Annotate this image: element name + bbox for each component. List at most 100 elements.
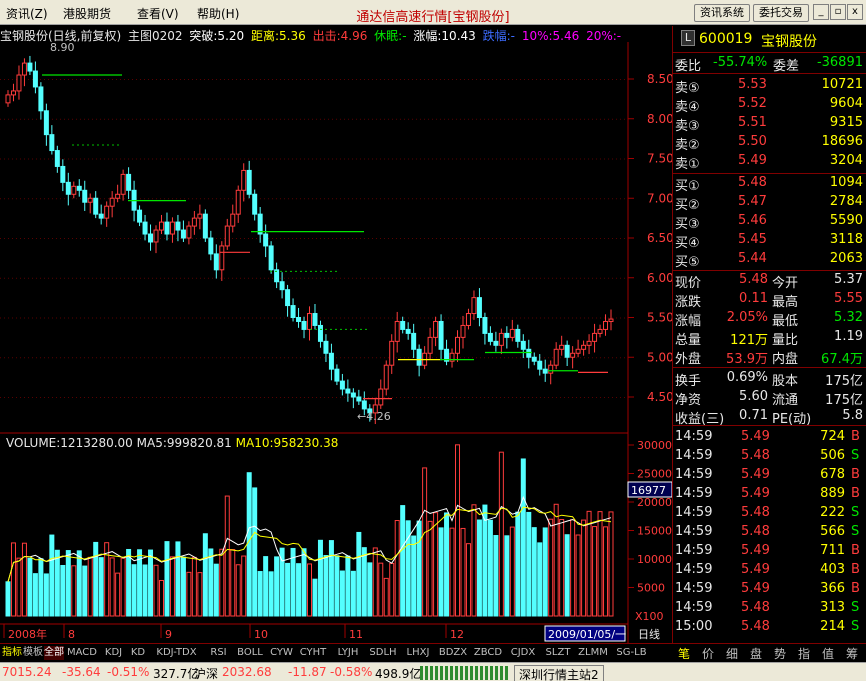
indicator-tab[interactable]: CJDX [506,646,540,660]
ask-price: 5.50 [738,134,767,149]
news-system-button[interactable]: 资讯系统 [694,4,750,22]
bid-label: 买⑤ [675,255,700,270]
bid-price: 5.46 [738,213,767,228]
header-rise: 涨幅:10.43 [413,29,476,43]
quote-tab[interactable]: 筹 [840,645,864,662]
fund-value: 5.8 [842,408,863,423]
tick-side: B [851,543,860,558]
indicator-tab[interactable]: 指标 [2,646,22,660]
tick-row: 14:59 5.49 889 B [673,485,866,504]
quote-tab[interactable]: 笔 [672,645,696,662]
stock-level-badge[interactable]: L [681,30,695,46]
indicator-tab[interactable]: SLZT [541,646,575,660]
tick-time: 14:59 [675,524,713,539]
stat-label: 外盘 [675,352,702,367]
quote-tab[interactable]: 价 [696,645,720,662]
stat-value: 1.19 [834,329,863,344]
indicator-tab[interactable]: RSI [205,646,232,660]
stat-row: 外盘 53.9万 内盘 67.4万 [673,347,866,367]
indicator-tab[interactable]: SG-LB [611,646,652,660]
price-axis-label: 6.50 [647,231,672,245]
quote-separator [673,367,866,368]
indicator-tab[interactable]: MACD [65,646,99,660]
quote-tab[interactable]: 指 [792,645,816,662]
close-button[interactable]: x [847,4,863,20]
volume-header: VOLUME:1213280.00 MA5:999820.81 MA10:958… [6,436,338,450]
tick-price: 5.48 [741,505,770,520]
tick-side: S [851,448,860,463]
stat-value: 0.11 [739,291,768,306]
tick-time: 14:59 [675,486,713,501]
menu-view[interactable]: 查看(V) [137,5,179,22]
sh-pct: -0.51% [107,665,150,679]
fundamental-row: 换手 0.69% 股本 175亿 [673,369,866,389]
quote-tab[interactable]: 值 [816,645,840,662]
bid-row: 买① 5.48 1094 [673,174,866,194]
fund-value: 175亿 [825,393,863,408]
indicator-tab[interactable]: 全部 [44,646,64,660]
tick-row: 14:59 5.49 366 B [673,580,866,599]
ask-price: 5.52 [738,96,767,111]
tick-side: B [851,486,860,501]
quote-tab[interactable]: 盘 [744,645,768,662]
order-trade-button[interactable]: 委托交易 [753,4,809,22]
indicator-tab[interactable]: ZBCD [471,646,505,660]
header-fall: 跌幅:- [482,29,515,43]
bid-row: 买④ 5.45 3118 [673,231,866,251]
volume-multiplier: X100 [635,610,664,623]
sz-change: -11.87 [288,665,327,679]
tick-time: 14:59 [675,581,713,596]
indicator-tab[interactable]: LHXJ [401,646,435,660]
quote-tab[interactable]: 细 [720,645,744,662]
indicator-tab[interactable]: ZLMM [576,646,610,660]
quote-tab[interactable]: 势 [768,645,792,662]
bid-label: 买④ [675,236,700,251]
ask-row: 卖② 5.50 18696 [673,133,866,153]
bid-price: 5.44 [738,251,767,266]
indicator-tab[interactable]: 模板 [23,646,43,660]
indicator-tab[interactable]: BDZX [436,646,470,660]
tick-row: 14:59 5.48 506 S [673,447,866,466]
menu-help[interactable]: 帮助(H) [197,5,239,22]
tick-row: 14:59 5.48 222 S [673,504,866,523]
indicator-tab[interactable]: KDJ [100,646,127,660]
tick-volume: 566 [820,524,845,539]
indicator-tab[interactable]: LYJH [331,646,365,660]
indicator-tab[interactable]: SDLH [366,646,400,660]
server-name[interactable]: 深圳行情主站2 [514,665,604,681]
main-index-label[interactable]: 主图0202 [128,29,183,43]
header-10pct: 10%:5.46 [521,29,580,43]
volume-axis-label: 30000 [637,439,672,452]
sz-pct: -0.58% [330,665,373,679]
indicator-tab[interactable]: CYW [268,646,295,660]
chart-canvas[interactable]: 8.90 ←4.26 8.50 8.00 7.50 7.00 6.50 6.00 5.50 5.… [0,26,672,643]
stock-code: 600019 [699,31,753,47]
indicator-tab[interactable]: KDJ-TDX [149,646,204,660]
minimize-button[interactable]: _ [813,4,829,20]
tick-side: B [851,429,860,444]
ask-label: 卖② [675,138,700,153]
fund-value: 5.60 [739,389,768,404]
stat-value: 67.4万 [821,352,863,367]
tick-row: 14:59 5.48 313 S [673,599,866,618]
fund-label: 股本 [772,374,799,389]
menu-news[interactable]: 资讯(Z) [6,5,48,22]
stat-value: 5.32 [834,310,863,325]
chart-stock-title: 宝钢股份(日线,前复权) [0,29,122,43]
indicator-tab-strip: 指标 模板 全部 MACD KDJ KD KDJ-TDX RSI BOLL CYW CYHT LYJH… [0,643,672,661]
restore-button[interactable]: ▫ [830,4,846,20]
header-dormant: 休眠:- [374,29,407,43]
bid-label: 买③ [675,217,700,232]
ask-price: 5.51 [738,115,767,130]
indicator-tab[interactable]: BOLL [233,646,267,660]
fundamental-row: 净资 5.60 流通 175亿 [673,388,866,408]
price-axis-label: 5.50 [647,311,672,325]
indicator-tab[interactable]: CYHT [296,646,330,660]
indicator-tab[interactable]: KD [128,646,148,660]
bid-price: 5.45 [738,232,767,247]
tick-price: 5.49 [741,543,770,558]
menu-hk-futures[interactable]: 港股期货 [63,5,111,22]
quote-tab-strip: 笔价细盘势指值筹 [672,643,866,661]
bid-row: 买⑤ 5.44 2063 [673,250,866,270]
fund-value: 0.71 [739,408,768,423]
